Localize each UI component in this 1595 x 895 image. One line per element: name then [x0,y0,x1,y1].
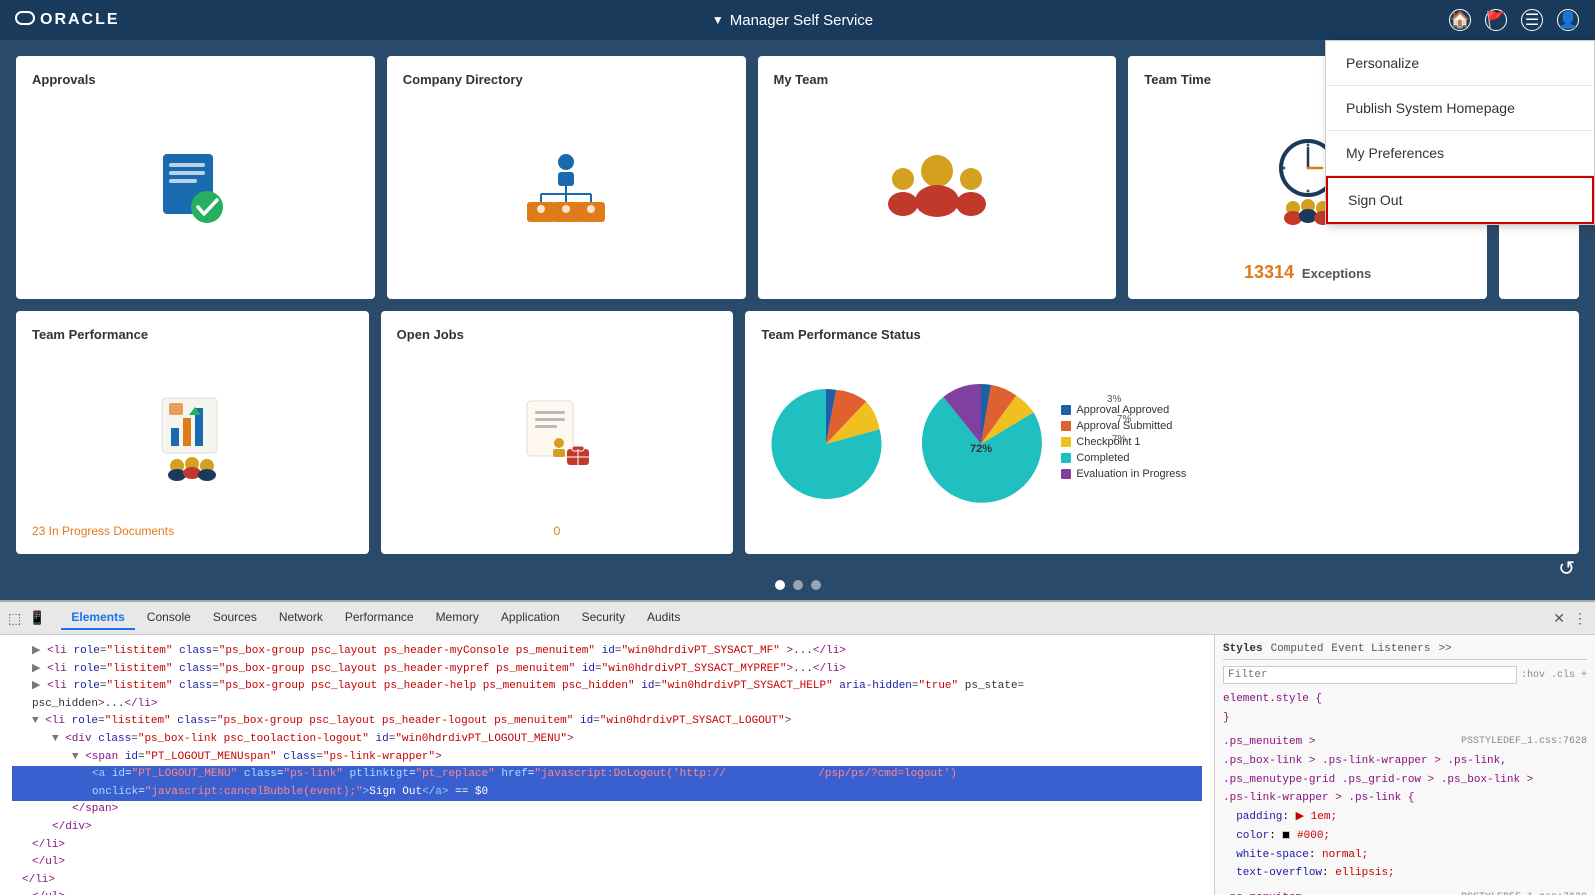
devtools-tab-audits[interactable]: Audits [637,606,690,630]
menu-item-publish-system-homepage[interactable]: Publish System Homepage [1326,86,1594,131]
header-title: ▼ Manager Self Service [712,12,873,29]
devtools-tab-network[interactable]: Network [269,606,333,630]
pagination-dot-3[interactable] [811,580,821,590]
tile-team-performance-body [32,350,353,516]
tile-row-2: Team Performance [16,311,1579,554]
tile-team-performance-status-body: 72% 3% 7% 7% Approval Approved [761,350,1563,538]
html-line: ▶ <li role="listitem" class="ps_box-grou… [12,643,1202,661]
devtools-tab-performance[interactable]: Performance [335,606,424,630]
tile-approvals-title: Approvals [32,72,359,87]
style-rule-2: .ps_menuitem PSSTYLEDEF_1.css:7620 [1223,889,1587,895]
devtools-tab-elements[interactable]: Elements [61,606,134,630]
oracle-logo: ORACLE [16,6,136,35]
devtools-styles-tabs: Styles Computed Event Listeners >> [1223,643,1587,660]
html-line: ▼ <span id="PT_LOGOUT_MENUspan" class="p… [12,749,1202,767]
pie-chart-proper: 72% [911,374,1051,514]
html-line: </li> [12,837,1202,855]
devtools-styles-panel: Styles Computed Event Listeners >> :hov … [1215,635,1595,895]
devtools-body: ▶ <li role="listitem" class="ps_box-grou… [0,635,1595,895]
devtools-tab-security[interactable]: Security [572,606,635,630]
devtools-tab-console[interactable]: Console [137,606,201,630]
devtools-more-icon[interactable]: ⋮ [1573,610,1587,627]
tile-team-time-footer: 13314 Exceptions [1144,262,1471,283]
flag-icon[interactable]: 🚩 [1485,9,1507,31]
devtools-toolbar: ⬚ 📱 Elements Console Sources Network Per… [0,602,1595,635]
tile-open-jobs-body [397,350,718,516]
styles-tab-styles[interactable]: Styles [1223,643,1263,655]
menu-item-my-preferences[interactable]: My Preferences [1326,131,1594,176]
tile-team-performance-status-title: Team Performance Status [761,327,1563,342]
html-line: </ul> [12,889,1202,895]
html-line: </span> [12,801,1202,819]
html-line: ▼ <div class="ps_box-link psc_toolaction… [12,731,1202,749]
pagination-dot-1[interactable] [775,580,785,590]
style-rule-1: .ps_menuitem > PSSTYLEDEF_1.css:7628 .ps… [1223,733,1587,883]
tile-approvals[interactable]: Approvals [16,56,375,299]
menu-icon[interactable]: ☰ [1521,9,1543,31]
refresh-button[interactable]: ↺ [1558,556,1575,581]
svg-text:72%: 72% [970,443,992,455]
svg-text:ORACLE: ORACLE [40,11,120,28]
home-icon[interactable]: 🏠 [1449,9,1471,31]
styles-filter-bar: :hov .cls + [1223,666,1587,684]
styles-filter-pseudo: :hov .cls + [1521,670,1587,681]
html-line: ▼ <li role="listitem" class="ps_box-grou… [12,713,1202,731]
tile-open-jobs-title: Open Jobs [397,327,718,342]
devtools-mobile-icon[interactable]: 📱 [29,610,45,626]
styles-tab-computed[interactable]: Computed [1271,643,1324,655]
exceptions-count: 13314 [1244,262,1294,282]
tile-company-directory-title: Company Directory [403,72,730,87]
devtools-panel: ⬚ 📱 Elements Console Sources Network Per… [0,600,1595,895]
header: ORACLE ▼ Manager Self Service 🏠 🚩 ☰ 👤 Pe… [0,0,1595,40]
menu-item-personalize[interactable]: Personalize [1326,41,1594,86]
styles-tab-event-listeners[interactable]: Event Listeners [1331,643,1430,655]
html-line: </ul> [12,854,1202,872]
user-icon[interactable]: 👤 [1557,9,1579,31]
devtools-tabs: Elements Console Sources Network Perform… [53,606,1545,630]
devtools-tab-memory[interactable]: Memory [426,606,489,630]
tile-my-team-title: My Team [774,72,1101,87]
pagination-dot-2[interactable] [793,580,803,590]
html-line: ▶ <li role="listitem" class="ps_box-grou… [12,661,1202,679]
dropdown-menu: Personalize Publish System Homepage My P… [1325,40,1595,225]
styles-filter-input[interactable] [1223,666,1517,684]
legend-item-completed: Completed [1061,452,1186,464]
devtools-cursor-icon[interactable]: ⬚ [8,610,21,627]
header-icons: 🏠 🚩 ☰ 👤 [1449,9,1579,31]
html-line: psc_hidden>...</li> [12,696,1202,714]
tile-approvals-body [32,95,359,283]
exceptions-label: Exceptions [1302,266,1371,281]
tile-team-performance-footer: 23 In Progress Documents [32,524,353,538]
tile-team-performance-title: Team Performance [32,327,353,342]
menu-item-sign-out[interactable]: Sign Out [1326,176,1594,224]
html-line-highlighted[interactable]: <a id="PT_LOGOUT_MENU" class="ps-link" p… [12,766,1202,784]
pagination-dots [0,570,1595,600]
tile-company-directory-body [403,95,730,283]
devtools-tab-sources[interactable]: Sources [203,606,267,630]
devtools-tab-application[interactable]: Application [491,606,570,630]
tile-team-performance[interactable]: Team Performance [16,311,369,554]
devtools-html-panel: ▶ <li role="listitem" class="ps_box-grou… [0,635,1215,895]
pie-chart-svg [761,379,891,509]
devtools-close-icon[interactable]: ✕ [1553,610,1565,627]
tile-open-jobs-footer: 0 [397,524,718,538]
tile-my-team[interactable]: My Team [758,56,1117,299]
styles-rules: element.style { } .ps_menuitem > PSSTYLE… [1223,690,1587,895]
tile-team-performance-status[interactable]: Team Performance Status [745,311,1579,554]
style-rule-element: element.style { } [1223,690,1587,727]
header-title-arrow: ▼ [712,13,724,27]
legend-item-evaluation-in-progress: Evaluation in Progress [1061,468,1186,480]
html-line: </div> [12,819,1202,837]
tile-company-directory[interactable]: Company Directory [387,56,746,299]
header-title-text: Manager Self Service [730,12,873,29]
styles-tab-more[interactable]: >> [1438,643,1451,655]
tile-my-team-body [774,95,1101,283]
tile-open-jobs[interactable]: Open Jobs [381,311,734,554]
html-line-highlighted-2[interactable]: onclick="javascript:cancelBubble(event);… [12,784,1202,802]
html-line: ▶ <li role="listitem" class="ps_box-grou… [12,678,1202,696]
